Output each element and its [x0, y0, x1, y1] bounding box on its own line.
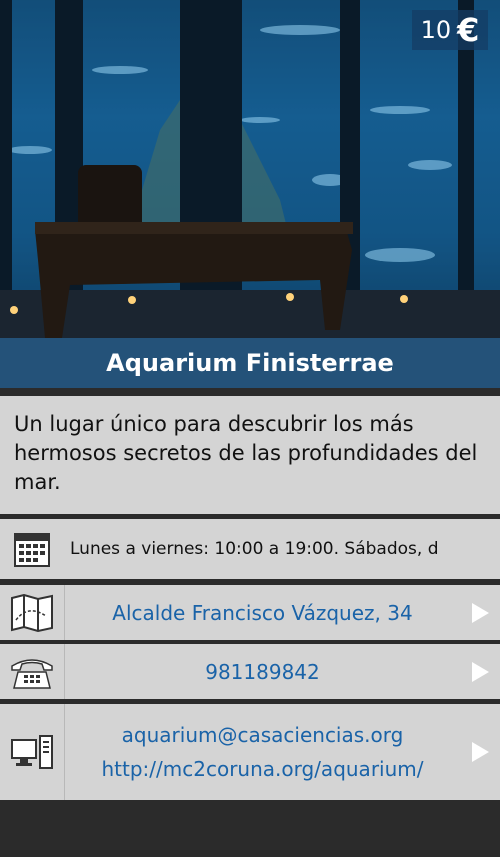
- hero-image: 10 € Aquarium Finisterrae: [0, 0, 500, 388]
- place-title: Aquarium Finisterrae: [0, 338, 500, 388]
- price-badge: 10 €: [412, 10, 488, 50]
- web-row[interactable]: aquarium@casaciencias.org http://mc2coru…: [0, 704, 500, 800]
- email-link[interactable]: aquarium@casaciencias.org: [65, 723, 460, 747]
- phone-row[interactable]: 981189842: [0, 644, 500, 699]
- address-row[interactable]: Alcalde Francisco Vázquez, 34: [0, 585, 500, 640]
- calendar-icon: [0, 519, 64, 579]
- euro-icon: €: [457, 11, 480, 49]
- address-link[interactable]: Alcalde Francisco Vázquez, 34: [65, 601, 460, 625]
- play-arrow-icon[interactable]: [460, 704, 500, 800]
- map-icon: [0, 585, 64, 640]
- place-description: Un lugar único para descubrir los más he…: [0, 396, 500, 514]
- hours-row: Lunes a viernes: 10:00 a 19:00. Sábados,…: [0, 519, 500, 579]
- footer: [0, 801, 500, 857]
- phone-link[interactable]: 981189842: [65, 660, 460, 684]
- hours-text: Lunes a viernes: 10:00 a 19:00. Sábados,…: [70, 539, 439, 559]
- website-link[interactable]: http://mc2coruna.org/aquarium/: [65, 757, 460, 781]
- web-links: aquarium@casaciencias.org http://mc2coru…: [65, 723, 460, 781]
- phone-icon: [0, 644, 64, 699]
- play-arrow-icon[interactable]: [460, 644, 500, 699]
- price-value: 10: [420, 16, 452, 44]
- computer-icon: [0, 704, 64, 800]
- play-arrow-icon[interactable]: [460, 585, 500, 640]
- aquarium-photo: [0, 0, 500, 388]
